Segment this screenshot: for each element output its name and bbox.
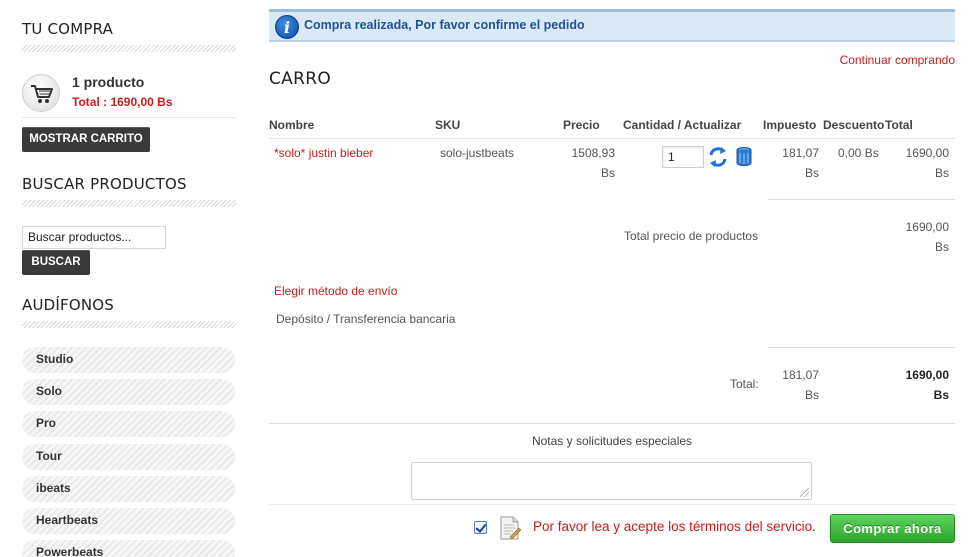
grand-total: 1690,00 Bs [869, 366, 949, 404]
products-total-value: 1690,00 [905, 220, 949, 234]
column-header-name: Nombre [269, 118, 315, 132]
heading-divider [22, 45, 236, 52]
alert-message: Compra realizada, Por favor confirme el … [304, 18, 585, 32]
notes-textarea[interactable] [411, 462, 812, 500]
total-value: 1690,00 [905, 146, 949, 160]
product-tax: 181,07 Bs [759, 144, 819, 182]
category-item-powerbeats[interactable]: Powerbeats [22, 540, 235, 557]
heading-divider [22, 200, 236, 207]
terms-link[interactable]: Por favor lea y acepte los términos del … [533, 519, 816, 534]
cart-section-header: TU COMPRA [22, 20, 236, 52]
product-name-link[interactable]: *solo* justin bieber [274, 144, 373, 162]
cart-summary: 1 producto Total : 1690,00 Bs [22, 72, 236, 118]
column-header-sku: SKU [435, 118, 461, 132]
document-icon[interactable] [499, 515, 522, 541]
product-discount: 0,00 Bs [838, 146, 879, 160]
heading-divider [22, 321, 236, 328]
price-currency: Bs [600, 166, 615, 180]
products-total-label: Total precio de productos [624, 229, 759, 243]
grand-total-value: 1690,00 [905, 368, 949, 382]
grand-total-label: Total: [730, 377, 759, 391]
grand-total-currency: Bs [933, 388, 949, 402]
row-divider [768, 199, 955, 200]
cart-item-count: 1 producto [72, 74, 145, 90]
category-item-solo[interactable]: Solo [22, 379, 235, 405]
products-total-currency: Bs [934, 240, 949, 254]
shopping-cart-icon[interactable] [22, 74, 60, 112]
grand-tax-value: 181,07 [782, 368, 819, 382]
category-item-ibeats[interactable]: ibeats [22, 476, 235, 502]
main-content: i Compra realizada, Por favor confirme e… [269, 0, 955, 557]
column-header-discount: Descuento [823, 118, 885, 132]
resize-grip-icon[interactable] [800, 488, 809, 497]
price-value: 1508,93 [571, 146, 615, 160]
notes-label: Notas y solicitudes especiales [531, 434, 693, 448]
cart-total: Total : 1690,00 Bs [72, 95, 173, 109]
products-total: 1690,00 Bs [869, 218, 949, 256]
search-input[interactable]: Buscar productos... [22, 226, 166, 249]
show-cart-button[interactable]: MOSTRAR CARRITO [22, 127, 150, 152]
product-total: 1690,00 Bs [889, 144, 949, 182]
table-header-divider [269, 138, 955, 139]
grand-tax: 181,07 Bs [759, 366, 819, 404]
tax-currency: Bs [804, 166, 819, 180]
column-header-tax: Impuesto [763, 118, 817, 132]
page-title: CARRO [269, 69, 332, 89]
info-icon: i [275, 15, 299, 39]
category-item-heartbeats[interactable]: Heartbeats [22, 508, 235, 534]
total-currency: Bs [934, 166, 949, 180]
category-item-tour[interactable]: Tour [22, 444, 235, 470]
shipping-method-link[interactable]: Elegir método de envío [274, 282, 397, 300]
category-heading: AUDÍFONOS [22, 296, 114, 314]
search-heading: BUSCAR PRODUCTOS [22, 175, 187, 193]
product-sku: solo-justbeats [440, 146, 515, 160]
quantity-input[interactable]: 1 [662, 146, 704, 168]
cart-heading: TU COMPRA [22, 20, 114, 38]
category-item-pro[interactable]: Pro [22, 411, 235, 437]
notes-divider [269, 423, 955, 424]
continue-shopping-link[interactable]: Continuar comprando [840, 53, 955, 67]
column-header-price: Precio [563, 118, 600, 132]
refresh-icon[interactable] [708, 146, 728, 168]
delete-icon[interactable] [735, 146, 755, 168]
column-header-total: Total [885, 118, 913, 132]
terms-checkbox[interactable] [474, 521, 487, 534]
info-alert: i Compra realizada, Por favor confirme e… [269, 9, 955, 42]
search-button[interactable]: BUSCAR [22, 250, 90, 275]
tax-value: 181,07 [782, 146, 819, 160]
category-item-studio[interactable]: Studio [22, 347, 235, 373]
column-header-qty: Cantidad / Actualizar [623, 118, 742, 132]
payment-method: Depósito / Transferencia bancaria [276, 312, 456, 326]
product-price: 1508,93 Bs [559, 144, 615, 182]
summary-divider [768, 347, 955, 348]
buy-now-button[interactable]: Comprar ahora [830, 514, 955, 543]
search-section-header: BUSCAR PRODUCTOS [22, 175, 236, 207]
checkout-divider [269, 504, 955, 505]
grand-tax-currency: Bs [804, 388, 819, 402]
category-section-header: AUDÍFONOS [22, 296, 236, 328]
